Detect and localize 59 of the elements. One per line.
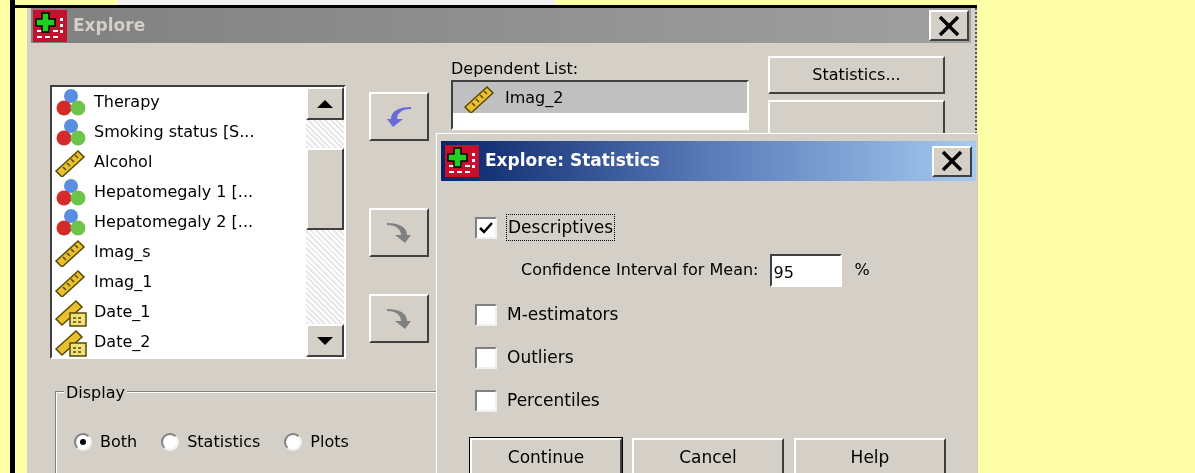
field-label: Confidence Interval for Mean: (521, 259, 759, 281)
radio-button[interactable] (74, 433, 92, 451)
variable-item[interactable]: Imag_1 (52, 267, 306, 297)
variable-item[interactable]: Hepatomegaly 1 [... (52, 177, 306, 207)
checkbox-label: Outliers (506, 345, 575, 369)
variable-item[interactable]: Therapy (52, 87, 306, 117)
dialog-title: Explore: Statistics (485, 149, 661, 173)
nominal-variable-icon (54, 207, 88, 237)
move-button[interactable] (369, 92, 429, 141)
statistics-button[interactable]: Statistics... (768, 56, 945, 94)
up-arrow-icon (317, 99, 333, 108)
dependent-list-label: Dependent List: (451, 60, 580, 78)
checkbox-label: M-estimators (506, 302, 620, 326)
variable-item[interactable]: Date_1 (52, 297, 306, 327)
checkbox[interactable] (475, 216, 497, 239)
input-field[interactable]: 95 (770, 253, 843, 287)
radio-label: Plots (310, 431, 349, 453)
radio-label: Statistics (187, 431, 261, 453)
scroll-up-button[interactable] (306, 87, 344, 120)
radio-label: Both (100, 431, 138, 453)
right-arrow-icon (385, 220, 413, 245)
unit-label: % (854, 259, 870, 281)
app-logo-icon (33, 9, 67, 42)
checkbox[interactable] (475, 346, 497, 369)
close-icon (941, 151, 963, 171)
scroll-down-button[interactable] (306, 324, 344, 357)
down-arrow-icon (317, 336, 333, 345)
left-arrow-icon (385, 104, 413, 129)
radio-button[interactable] (161, 433, 180, 451)
checkmark-icon (479, 221, 493, 234)
close-icon (938, 15, 960, 36)
nominal-variable-icon (54, 87, 88, 117)
dialog-button[interactable]: Continue (470, 438, 622, 473)
ruler-calendar-icon (54, 297, 88, 327)
dependent-item[interactable]: Imag_2 (453, 82, 747, 113)
variable-item[interactable]: Imag_s (52, 237, 306, 267)
variable-item[interactable]: Smoking status [S... (52, 117, 306, 147)
ruler-calendar-icon (54, 327, 88, 357)
variable-item[interactable]: Date_2 (52, 327, 306, 357)
nominal-variable-icon (54, 117, 88, 147)
ruler-icon (54, 147, 88, 177)
nominal-variable-icon (54, 177, 88, 207)
checkbox[interactable] (475, 303, 497, 326)
checkbox-label: Descriptives (506, 213, 616, 242)
close-button[interactable] (929, 10, 969, 41)
window-title: Explore (73, 13, 147, 37)
radio-button[interactable] (284, 433, 303, 451)
app-logo-icon (445, 145, 479, 177)
right-arrow-icon (385, 306, 413, 331)
dialog-button[interactable]: Cancel (632, 438, 784, 473)
checkbox[interactable] (475, 389, 497, 412)
checkbox-label: Percentiles (506, 388, 601, 412)
ruler-icon (54, 237, 88, 267)
ruler-icon (54, 267, 88, 297)
variable-item[interactable]: Hepatomegaly 2 [... (52, 207, 306, 237)
variable-item[interactable]: Alcohol (52, 147, 306, 177)
close-button[interactable] (932, 145, 972, 177)
dialog-button[interactable]: Help (794, 438, 946, 473)
scroll-thumb[interactable] (306, 148, 344, 230)
